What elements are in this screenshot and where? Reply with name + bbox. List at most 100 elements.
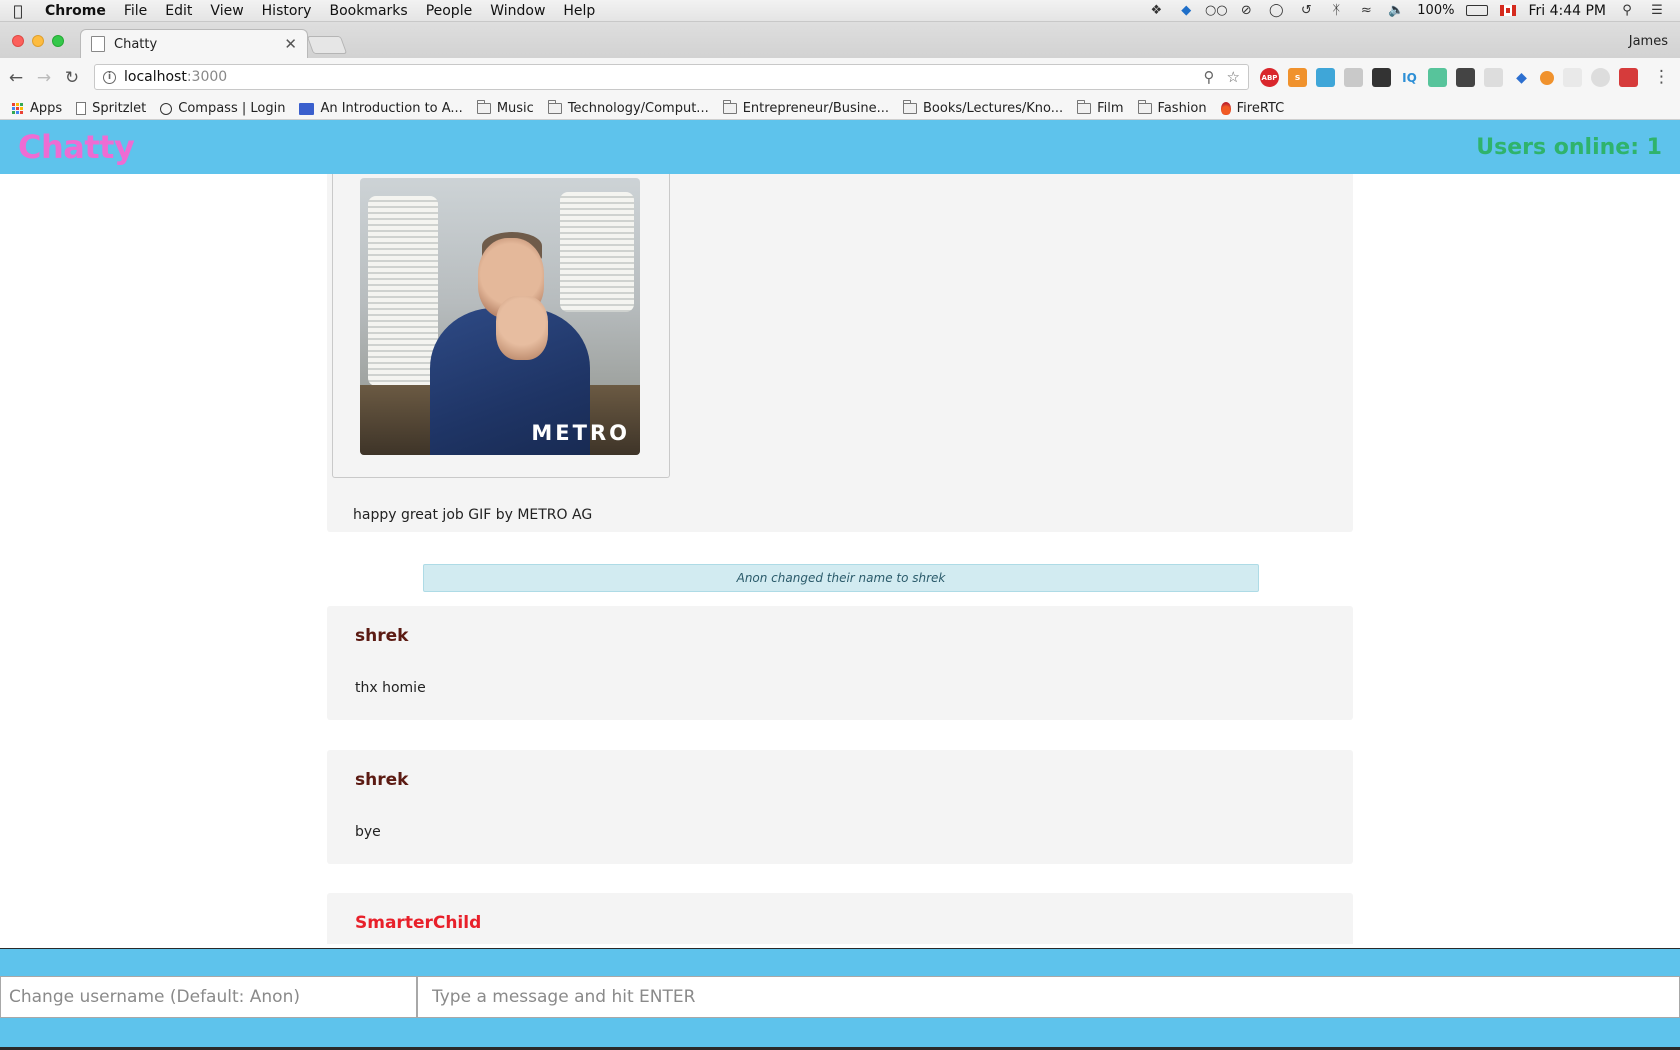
bookmark-label: Books/Lectures/Kno... bbox=[923, 101, 1064, 116]
extension-red-icon[interactable] bbox=[1619, 68, 1638, 87]
time-machine-icon[interactable]: ↺ bbox=[1297, 3, 1315, 18]
battery-icon[interactable] bbox=[1466, 5, 1489, 16]
sync-icon[interactable]: ⊘ bbox=[1237, 3, 1255, 18]
fire-icon bbox=[1220, 102, 1231, 115]
extension-iq-icon[interactable]: IQ bbox=[1400, 68, 1419, 87]
site-info-icon[interactable]: i bbox=[103, 70, 116, 84]
volume-icon[interactable]: 🔈 bbox=[1387, 3, 1405, 18]
chat-message: shrek thx homie bbox=[327, 606, 1353, 720]
bookmark-label: Film bbox=[1097, 101, 1124, 116]
bookmark-folder-fashion[interactable]: Fashion bbox=[1137, 100, 1207, 116]
menu-app-name[interactable]: Chrome bbox=[36, 3, 115, 19]
users-online-count: Users online: 1 bbox=[1476, 134, 1662, 160]
window-controls bbox=[12, 35, 64, 47]
extension-swirl-icon[interactable] bbox=[1591, 68, 1610, 87]
menu-history[interactable]: History bbox=[253, 3, 321, 19]
extension-dots-icon[interactable] bbox=[1456, 68, 1475, 87]
chatty-app: Chatty Users online: 1 METRO happy great… bbox=[0, 120, 1680, 1050]
bookmark-folder-film[interactable]: Film bbox=[1077, 100, 1124, 116]
adblock-plus-icon[interactable]: ABP bbox=[1260, 68, 1279, 87]
menu-window[interactable]: Window bbox=[481, 3, 554, 19]
bookmark-label: Technology/Comput... bbox=[567, 101, 709, 116]
minimize-window-button[interactable] bbox=[32, 35, 44, 47]
menu-people[interactable]: People bbox=[417, 3, 482, 19]
bluetooth-icon[interactable]: ᛡ bbox=[1327, 3, 1345, 18]
bookmark-label: Spritzlet bbox=[92, 101, 147, 116]
shield-icon[interactable]: ◯ bbox=[1267, 3, 1285, 18]
chat-footer bbox=[0, 948, 1680, 1050]
menu-bookmarks[interactable]: Bookmarks bbox=[320, 3, 416, 19]
extension-gray-icon[interactable] bbox=[1344, 68, 1363, 87]
status-tray: ❖ ◆ ○○ ⊘ ◯ ↺ ᛡ ≈ 🔈 100% Fri 4:44 PM ⚲ ☰ bbox=[1147, 3, 1680, 19]
gif-image[interactable]: METRO bbox=[360, 178, 640, 455]
vpn-icon[interactable]: ◆ bbox=[1177, 3, 1195, 18]
dropbox-icon[interactable]: ❖ bbox=[1147, 3, 1165, 18]
input-source-flag-icon[interactable] bbox=[1500, 5, 1517, 16]
bookmark-introduction[interactable]: An Introduction to A... bbox=[299, 101, 463, 116]
zoom-magnifier-icon[interactable]: ⚲ bbox=[1204, 68, 1215, 86]
folder-icon bbox=[1137, 100, 1152, 114]
bookmark-folder-music[interactable]: Music bbox=[476, 100, 534, 116]
chrome-menu-icon[interactable]: ⋮ bbox=[1653, 67, 1670, 87]
extension-s-icon[interactable]: s bbox=[1288, 68, 1307, 87]
menubar-clock[interactable]: Fri 4:44 PM bbox=[1528, 3, 1606, 19]
back-arrow-icon[interactable]: ← bbox=[4, 66, 28, 90]
bookmark-apps[interactable]: Apps bbox=[12, 101, 62, 116]
battery-percent: 100% bbox=[1417, 3, 1455, 18]
chat-message: shrek bye bbox=[327, 750, 1353, 864]
bookmark-firertc[interactable]: FireRTC bbox=[1220, 101, 1284, 116]
menu-file[interactable]: File bbox=[115, 3, 156, 19]
brand-logo[interactable]: Chatty bbox=[18, 128, 135, 166]
notification-center-icon[interactable]: ☰ bbox=[1648, 3, 1666, 18]
gif-message: METRO happy great job GIF by METRO AG bbox=[327, 174, 1353, 532]
extension-diamond-icon[interactable]: ◆ bbox=[1512, 68, 1531, 87]
bookmark-folder-books[interactable]: Books/Lectures/Kno... bbox=[903, 100, 1064, 116]
bookmark-star-icon[interactable]: ☆ bbox=[1227, 68, 1240, 86]
message-username: SmarterChild bbox=[355, 913, 482, 933]
glasses-icon[interactable]: ○○ bbox=[1205, 3, 1228, 18]
bookmark-label: Entrepreneur/Busine... bbox=[742, 101, 890, 116]
metamask-fox-icon[interactable] bbox=[1540, 70, 1554, 85]
message-input[interactable] bbox=[417, 976, 1680, 1018]
tab-close-icon[interactable]: ✕ bbox=[284, 35, 297, 53]
reload-icon[interactable]: ↻ bbox=[60, 66, 84, 90]
menu-view[interactable]: View bbox=[201, 3, 252, 19]
bookmark-label: An Introduction to A... bbox=[320, 101, 463, 116]
extension-dark-icon[interactable] bbox=[1372, 68, 1391, 87]
extension-green-icon[interactable] bbox=[1428, 68, 1447, 87]
bookmark-label: Apps bbox=[30, 101, 63, 116]
bookmark-compass[interactable]: Compass | Login bbox=[160, 101, 285, 116]
chat-input-bar bbox=[0, 976, 1680, 1018]
new-tab-button[interactable] bbox=[306, 36, 348, 54]
profile-name[interactable]: James bbox=[1629, 34, 1668, 49]
bookmark-folder-entrepreneur[interactable]: Entrepreneur/Busine... bbox=[722, 100, 890, 116]
menu-edit[interactable]: Edit bbox=[156, 3, 201, 19]
username-input[interactable] bbox=[0, 976, 417, 1018]
menu-help[interactable]: Help bbox=[554, 3, 604, 19]
finger-guns bbox=[496, 296, 548, 360]
site-icon bbox=[299, 102, 315, 115]
bookmark-label: Music bbox=[496, 101, 534, 116]
extension-light-icon[interactable] bbox=[1484, 68, 1503, 87]
message-text: bye bbox=[355, 824, 381, 840]
macos-menubar:  Chrome File Edit View History Bookmark… bbox=[0, 0, 1680, 22]
forward-arrow-icon[interactable]: → bbox=[32, 66, 56, 90]
app-navbar: Chatty Users online: 1 bbox=[0, 120, 1680, 174]
bookmark-spritzlet[interactable]: Spritzlet bbox=[76, 101, 146, 116]
apple-menu-icon[interactable]:  bbox=[0, 2, 36, 20]
message-list[interactable]: METRO happy great job GIF by METRO AG An… bbox=[0, 174, 1680, 944]
message-username: shrek bbox=[355, 626, 409, 646]
plates-stack-left bbox=[368, 196, 438, 386]
message-username: shrek bbox=[355, 770, 409, 790]
extension-blank-icon[interactable] bbox=[1563, 68, 1582, 87]
extension-blue-icon[interactable] bbox=[1316, 68, 1335, 87]
bookmark-folder-technology[interactable]: Technology/Comput... bbox=[547, 100, 709, 116]
spotlight-search-icon[interactable]: ⚲ bbox=[1618, 3, 1636, 18]
wifi-icon[interactable]: ≈ bbox=[1357, 3, 1375, 18]
address-bar[interactable]: i localhost :3000 ⚲ ☆ bbox=[94, 64, 1249, 90]
active-tab[interactable]: Chatty ✕ bbox=[80, 29, 308, 58]
message-text: thx homie bbox=[355, 680, 426, 696]
close-window-button[interactable] bbox=[12, 35, 24, 47]
zoom-window-button[interactable] bbox=[52, 35, 64, 47]
compass-icon bbox=[160, 102, 173, 115]
